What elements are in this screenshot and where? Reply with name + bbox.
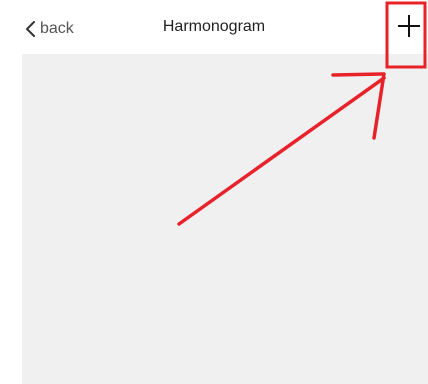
plus-icon <box>398 15 420 37</box>
page-title: Harmonogram <box>162 18 266 35</box>
app-screen: back Harmonogram <box>0 0 428 384</box>
content-area <box>22 54 428 384</box>
add-button[interactable] <box>395 12 423 40</box>
top-navbar: back Harmonogram <box>0 0 428 54</box>
